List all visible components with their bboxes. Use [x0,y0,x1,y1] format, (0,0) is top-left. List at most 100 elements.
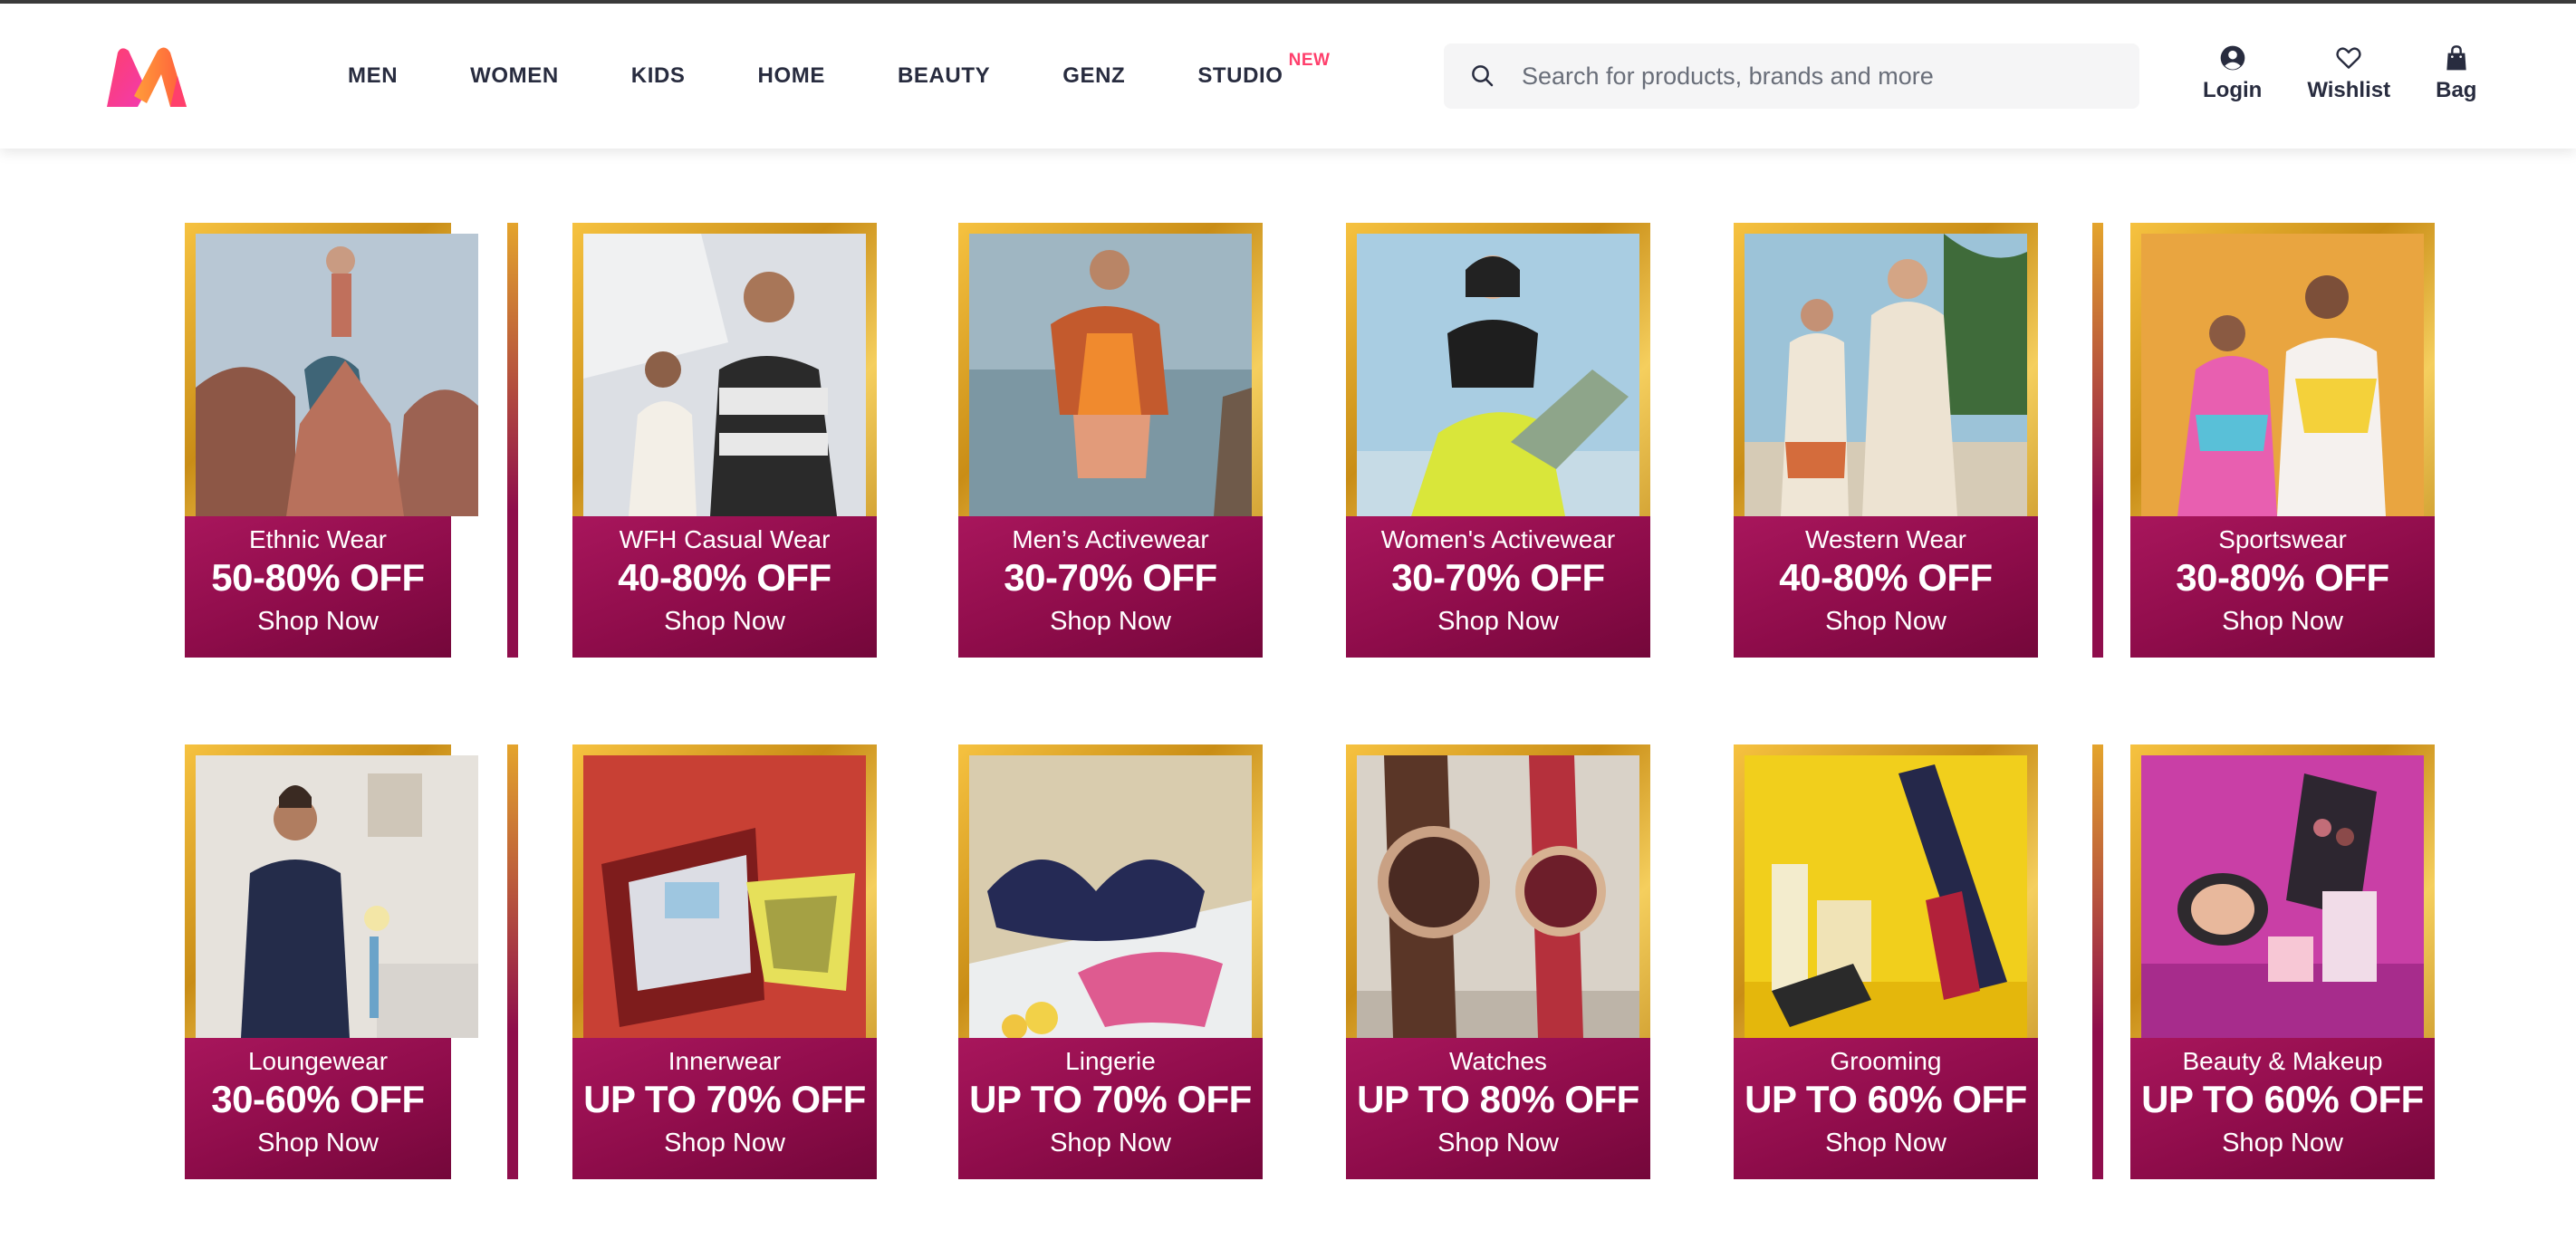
nav-item-label: KIDS [630,63,686,88]
offer-image [2141,234,2424,516]
offer-image [583,755,866,1038]
offer-discount: 50-80% OFF [211,556,425,599]
bag-button[interactable]: Bag [2436,43,2476,116]
nav-item-label: BEAUTY [897,63,991,88]
nav-item-beauty[interactable]: BEAUTY [898,63,990,89]
new-badge: NEW [1288,51,1331,70]
offer-discount: UP TO 70% OFF [969,1078,1252,1120]
offer-band: Beauty & Makeup UP TO 60% OFF Shop Now [2130,1038,2435,1179]
wishlist-label: Wishlist [2307,78,2391,102]
shop-now-link[interactable]: Shop Now [185,607,451,637]
offer-discount: UP TO 70% OFF [583,1078,866,1120]
carousel-peek [507,223,518,658]
offer-image [969,234,1252,516]
shop-now-link[interactable]: Shop Now [2130,1129,2435,1158]
offer-category: Loungewear [247,1047,389,1075]
carousel-peek [507,744,518,1179]
offer-discount: UP TO 80% OFF [1357,1078,1639,1120]
nav-item-label: HOME [757,63,825,88]
nav-item-genz[interactable]: GENZ [1062,63,1125,89]
bag-label: Bag [2436,78,2477,102]
offer-discount: 30-60% OFF [211,1078,425,1120]
search-icon[interactable] [1469,62,1496,90]
offer-image [1357,234,1639,516]
offer-band: Ethnic Wear 50-80% OFF Shop Now [185,516,451,658]
nav-item-home[interactable]: HOME [758,63,825,89]
offer-category: Lingerie [1065,1047,1156,1075]
nav-item-label: WOMEN [470,63,559,88]
profile-icon [2220,45,2244,71]
offer-discount: 40-80% OFF [618,556,831,599]
offer-tile-womens-activewear[interactable]: Women's Activewear 30-70% OFF Shop Now [1346,223,1650,658]
shop-now-link[interactable]: Shop Now [1346,607,1650,637]
offer-category: Grooming [1830,1047,1942,1075]
offer-discount: 30-70% OFF [1004,556,1217,599]
offer-image [1745,234,2027,516]
shop-now-link[interactable]: Shop Now [1734,607,2038,637]
myntra-logo[interactable] [101,43,192,112]
offer-tile-lingerie[interactable]: Lingerie UP TO 70% OFF Shop Now [958,744,1263,1179]
offer-category: Innerwear [668,1047,782,1075]
offer-discount: 40-80% OFF [1779,556,1993,599]
offer-band: Lingerie UP TO 70% OFF Shop Now [958,1038,1263,1179]
offer-band: Innerwear UP TO 70% OFF Shop Now [572,1038,877,1179]
offer-discount: UP TO 60% OFF [1745,1078,2027,1120]
offer-image [196,234,478,516]
offer-category: Ethnic Wear [249,525,387,553]
bag-icon [2446,45,2466,71]
offer-image [583,234,866,516]
carousel-peek [2092,223,2103,658]
shop-now-link[interactable]: Shop Now [1734,1129,2038,1158]
offer-category: Men’s Activewear [1012,525,1209,553]
offer-discount: UP TO 60% OFF [2141,1078,2424,1120]
offer-band: Grooming UP TO 60% OFF Shop Now [1734,1038,2038,1179]
offer-image [969,755,1252,1038]
nav-item-label: GENZ [1062,63,1126,88]
search-bar[interactable] [1444,43,2139,109]
offer-tile-beauty-makeup[interactable]: Beauty & Makeup UP TO 60% OFF Shop Now [2130,744,2435,1179]
heart-icon [2336,47,2361,69]
offer-band: Loungewear 30-60% OFF Shop Now [185,1038,451,1179]
offer-tile-grooming[interactable]: Grooming UP TO 60% OFF Shop Now [1734,744,2038,1179]
offer-tile-watches[interactable]: Watches UP TO 80% OFF Shop Now [1346,744,1650,1179]
header-actions: Login Wishlist Bag [2203,43,2476,116]
shop-now-link[interactable]: Shop Now [958,1129,1263,1158]
offer-category: Western Wear [1805,525,1966,553]
wishlist-button[interactable]: Wishlist [2307,43,2390,116]
shop-now-link[interactable]: Shop Now [185,1129,451,1158]
offer-tile-mens-activewear[interactable]: Men’s Activewear 30-70% OFF Shop Now [958,223,1263,658]
nav-item-women[interactable]: WOMEN [470,63,559,89]
offer-tile-innerwear[interactable]: Innerwear UP TO 70% OFF Shop Now [572,744,877,1179]
nav-item-kids[interactable]: KIDS [631,63,686,89]
offer-discount: 30-80% OFF [2176,556,2389,599]
nav-item-label: STUDIO [1197,63,1283,88]
offer-category: WFH Casual Wear [619,525,831,553]
login-button[interactable]: Login [2203,43,2262,116]
offer-band: Western Wear 40-80% OFF Shop Now [1734,516,2038,658]
offer-category: Watches [1449,1047,1547,1075]
offer-tile-loungewear[interactable]: Loungewear 30-60% OFF Shop Now [185,744,478,1179]
shop-now-link[interactable]: Shop Now [2130,607,2435,637]
offer-category: Beauty & Makeup [2182,1047,2383,1075]
search-input[interactable] [1522,62,2119,91]
offer-tile-western-wear[interactable]: Western Wear 40-80% OFF Shop Now [1734,223,2038,658]
offer-band: Men’s Activewear 30-70% OFF Shop Now [958,516,1263,658]
offer-tile-sportswear[interactable]: Sportswear 30-80% OFF Shop Now [2130,223,2435,658]
shop-now-link[interactable]: Shop Now [958,607,1263,637]
carousel-peek [2092,744,2103,1179]
nav-item-studio[interactable]: STUDIO NEW [1197,51,1330,89]
offer-tile-ethnic-wear[interactable]: Ethnic Wear 50-80% OFF Shop Now [185,223,478,658]
shop-now-link[interactable]: Shop Now [1346,1129,1650,1158]
shop-now-link[interactable]: Shop Now [572,1129,877,1158]
nav-item-men[interactable]: MEN [348,63,398,89]
offer-image [196,755,478,1038]
offer-image [1357,755,1639,1038]
offer-category: Women's Activewear [1380,525,1616,553]
nav-item-label: MEN [348,63,399,88]
offer-image [2141,755,2424,1038]
offer-tile-wfh-casual-wear[interactable]: WFH Casual Wear 40-80% OFF Shop Now [572,223,877,658]
offer-band: Watches UP TO 80% OFF Shop Now [1346,1038,1650,1179]
offer-category: Sportswear [2218,525,2347,553]
offer-discount: 30-70% OFF [1391,556,1605,599]
shop-now-link[interactable]: Shop Now [572,607,877,637]
